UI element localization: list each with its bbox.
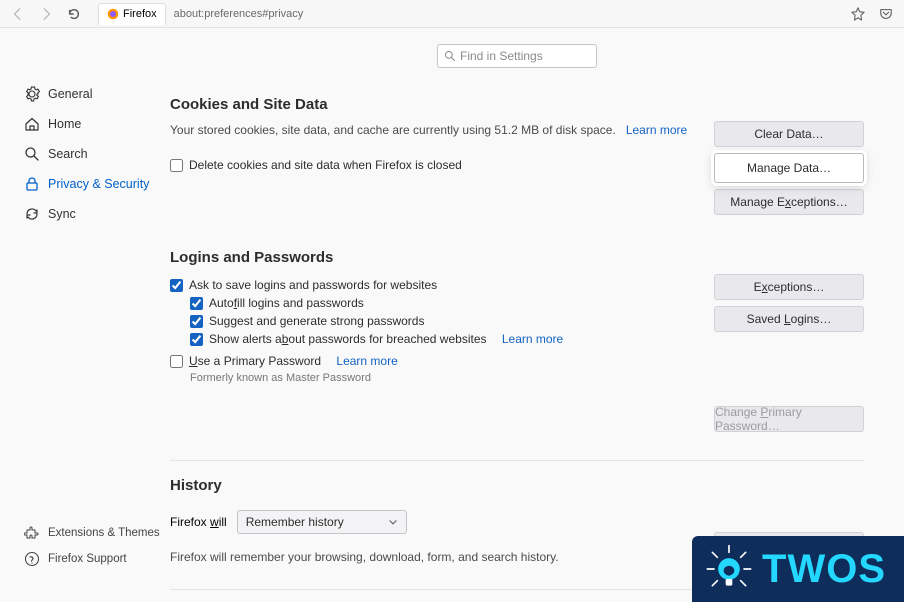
reload-button[interactable]	[62, 2, 86, 26]
suggest-label: Suggest and generate strong passwords	[209, 314, 424, 328]
history-description: Firefox will remember your browsing, dow…	[170, 548, 694, 567]
alerts-label: Show alerts about passwords for breached…	[209, 332, 487, 346]
search-icon	[444, 50, 456, 62]
section-title-logins: Logins and Passwords	[170, 249, 864, 266]
section-divider	[170, 460, 864, 461]
manage-data-button[interactable]: Manage Data…	[714, 153, 864, 183]
formerly-note: Formerly known as Master Password	[190, 372, 694, 384]
sidebar-item-search[interactable]: Search	[16, 140, 160, 168]
sidebar-item-label: General	[48, 87, 92, 101]
sidebar-item-label: Sync	[48, 207, 76, 221]
browser-toolbar: Firefox about:preferences#privacy	[0, 0, 904, 28]
lock-icon	[24, 176, 40, 192]
sidebar-item-label: Search	[48, 147, 88, 161]
firefox-icon	[107, 8, 119, 20]
preferences-content: General Home Search Privacy & Security S…	[0, 28, 904, 602]
sidebar-item-label: Home	[48, 117, 81, 131]
forward-button	[34, 2, 58, 26]
watermark-text: TWOS	[762, 547, 886, 592]
primary-learn-more[interactable]: Learn more	[336, 354, 397, 368]
history-label: Firefox will	[170, 515, 227, 529]
preferences-sidebar: General Home Search Privacy & Security S…	[0, 28, 160, 602]
ask-save-logins-checkbox[interactable]	[170, 279, 183, 292]
sidebar-extensions-themes[interactable]: Extensions & Themes	[16, 520, 168, 546]
suggest-passwords-checkbox[interactable]	[190, 315, 203, 328]
preferences-main: Find in Settings Cookies and Site Data Y…	[160, 28, 904, 602]
sidebar-item-general[interactable]: General	[16, 80, 160, 108]
cookies-description: Your stored cookies, site data, and cach…	[170, 121, 694, 140]
settings-search[interactable]: Find in Settings	[437, 44, 597, 68]
delete-cookies-label: Delete cookies and site data when Firefo…	[189, 158, 462, 172]
url-bar[interactable]: Firefox about:preferences#privacy	[98, 3, 834, 25]
history-mode-select[interactable]: Remember history	[237, 510, 407, 534]
watermark-badge: TWOS	[692, 536, 904, 602]
url-text: about:preferences#privacy	[174, 8, 304, 20]
tab-chip: Firefox	[98, 3, 166, 25]
search-placeholder: Find in Settings	[460, 49, 543, 63]
sidebar-item-home[interactable]: Home	[16, 110, 160, 138]
autofill-label: Autofill logins and passwords	[209, 296, 364, 310]
section-title-history: History	[170, 477, 864, 494]
breach-alerts-checkbox[interactable]	[190, 333, 203, 346]
manage-exceptions-button[interactable]: Manage Exceptions…	[714, 189, 864, 215]
ask-save-label: Ask to save logins and passwords for web…	[189, 278, 437, 292]
delete-cookies-on-close-checkbox[interactable]	[170, 159, 183, 172]
sidebar-item-sync[interactable]: Sync	[16, 200, 160, 228]
section-title-cookies: Cookies and Site Data	[170, 96, 864, 113]
sidebar-item-label: Privacy & Security	[48, 177, 149, 191]
gear-icon	[24, 86, 40, 102]
back-button	[6, 2, 30, 26]
puzzle-icon	[24, 525, 40, 541]
sidebar-bottom-links: Extensions & Themes Firefox Support	[16, 520, 168, 572]
search-icon	[24, 146, 40, 162]
pocket-icon[interactable]	[874, 2, 898, 26]
primary-password-label: Use a Primary Password	[189, 354, 321, 368]
alerts-learn-more[interactable]: Learn more	[502, 332, 563, 346]
question-icon	[24, 551, 40, 567]
cookies-section: Cookies and Site Data Your stored cookie…	[170, 96, 864, 221]
tab-label: Firefox	[123, 8, 157, 20]
lightbulb-icon	[704, 544, 754, 594]
sidebar-bottom-label: Firefox Support	[48, 553, 127, 565]
logins-section: Logins and Passwords Ask to save logins …	[170, 249, 864, 438]
sidebar-firefox-support[interactable]: Firefox Support	[16, 546, 168, 572]
sidebar-bottom-label: Extensions & Themes	[48, 527, 160, 539]
logins-exceptions-button[interactable]: Exceptions…	[714, 274, 864, 300]
history-select-value: Remember history	[246, 515, 344, 529]
change-primary-password-button: Change Primary Password…	[714, 406, 864, 432]
sync-icon	[24, 206, 40, 222]
saved-logins-button[interactable]: Saved Logins…	[714, 306, 864, 332]
bookmark-star-icon[interactable]	[846, 2, 870, 26]
home-icon	[24, 116, 40, 132]
clear-data-button[interactable]: Clear Data…	[714, 121, 864, 147]
cookies-learn-more[interactable]: Learn more	[626, 123, 687, 137]
sidebar-item-privacy[interactable]: Privacy & Security	[16, 170, 160, 198]
primary-password-checkbox[interactable]	[170, 355, 183, 368]
autofill-logins-checkbox[interactable]	[190, 297, 203, 310]
chevron-down-icon	[388, 517, 398, 527]
